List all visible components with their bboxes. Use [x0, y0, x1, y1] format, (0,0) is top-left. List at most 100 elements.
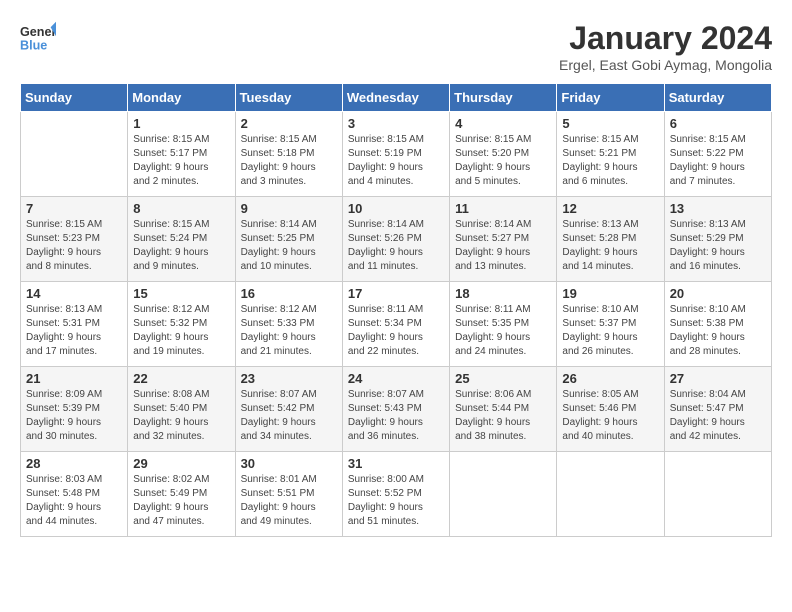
title-block: January 2024 Ergel, East Gobi Aymag, Mon… [559, 20, 772, 73]
cell-info: Sunrise: 8:13 AMSunset: 5:31 PMDaylight:… [26, 303, 122, 359]
cell-info: Sunrise: 8:03 AMSunset: 5:48 PMDaylight:… [26, 473, 122, 529]
day-number: 4 [455, 116, 551, 131]
cell-info: Sunrise: 8:15 AMSunset: 5:19 PMDaylight:… [348, 133, 444, 189]
day-number: 30 [241, 456, 337, 471]
calendar-cell: 7 Sunrise: 8:15 AMSunset: 5:23 PMDaylight… [21, 197, 128, 282]
calendar-cell [557, 452, 664, 537]
cell-info: Sunrise: 8:11 AMSunset: 5:35 PMDaylight:… [455, 303, 551, 359]
calendar-week-row: 28 Sunrise: 8:03 AMSunset: 5:48 PMDayligh… [21, 452, 772, 537]
cell-info: Sunrise: 8:14 AMSunset: 5:26 PMDaylight:… [348, 218, 444, 274]
calendar-cell [450, 452, 557, 537]
day-number: 17 [348, 286, 444, 301]
day-number: 11 [455, 201, 551, 216]
day-number: 25 [455, 371, 551, 386]
calendar-cell: 8 Sunrise: 8:15 AMSunset: 5:24 PMDaylight… [128, 197, 235, 282]
calendar-cell: 13Sunrise: 8:13 AMSunset: 5:29 PMDayligh… [664, 197, 771, 282]
day-number: 19 [562, 286, 658, 301]
calendar-cell: 26 Sunrise: 8:05 AMSunset: 5:46 PMDayligh… [557, 367, 664, 452]
day-number: 16 [241, 286, 337, 301]
cell-info: Sunrise: 8:10 AMSunset: 5:38 PMDaylight:… [670, 303, 766, 359]
day-header-monday: Monday [128, 84, 235, 112]
day-number: 21 [26, 371, 122, 386]
day-header-thursday: Thursday [450, 84, 557, 112]
calendar-cell: 18 Sunrise: 8:11 AMSunset: 5:35 PMDayligh… [450, 282, 557, 367]
day-number: 2 [241, 116, 337, 131]
calendar-week-row: 7 Sunrise: 8:15 AMSunset: 5:23 PMDaylight… [21, 197, 772, 282]
calendar-cell: 16 Sunrise: 8:12 AMSunset: 5:33 PMDayligh… [235, 282, 342, 367]
day-number: 8 [133, 201, 229, 216]
calendar-cell: 10 Sunrise: 8:14 AMSunset: 5:26 PMDayligh… [342, 197, 449, 282]
day-header-friday: Friday [557, 84, 664, 112]
calendar-week-row: 1 Sunrise: 8:15 AMSunset: 5:17 PMDaylight… [21, 112, 772, 197]
calendar-header-row: SundayMondayTuesdayWednesdayThursdayFrid… [21, 84, 772, 112]
cell-info: Sunrise: 8:09 AMSunset: 5:39 PMDaylight:… [26, 388, 122, 444]
calendar-cell: 21 Sunrise: 8:09 AMSunset: 5:39 PMDayligh… [21, 367, 128, 452]
calendar-cell: 31Sunrise: 8:00 AMSunset: 5:52 PMDayligh… [342, 452, 449, 537]
cell-info: Sunrise: 8:15 AMSunset: 5:20 PMDaylight:… [455, 133, 551, 189]
calendar-cell: 9 Sunrise: 8:14 AMSunset: 5:25 PMDaylight… [235, 197, 342, 282]
day-header-wednesday: Wednesday [342, 84, 449, 112]
logo: General Blue [20, 20, 56, 56]
day-number: 1 [133, 116, 229, 131]
cell-info: Sunrise: 8:10 AMSunset: 5:37 PMDaylight:… [562, 303, 658, 359]
cell-info: Sunrise: 8:00 AMSunset: 5:52 PMDaylight:… [348, 473, 444, 529]
cell-info: Sunrise: 8:05 AMSunset: 5:46 PMDaylight:… [562, 388, 658, 444]
calendar-cell: 11 Sunrise: 8:14 AMSunset: 5:27 PMDayligh… [450, 197, 557, 282]
calendar-cell: 14 Sunrise: 8:13 AMSunset: 5:31 PMDayligh… [21, 282, 128, 367]
cell-info: Sunrise: 8:13 AMSunset: 5:29 PMDaylight:… [670, 218, 766, 274]
cell-info: Sunrise: 8:14 AMSunset: 5:27 PMDaylight:… [455, 218, 551, 274]
calendar-week-row: 21 Sunrise: 8:09 AMSunset: 5:39 PMDayligh… [21, 367, 772, 452]
month-title: January 2024 [559, 20, 772, 57]
day-number: 26 [562, 371, 658, 386]
calendar-cell: 1 Sunrise: 8:15 AMSunset: 5:17 PMDaylight… [128, 112, 235, 197]
calendar-cell: 15Sunrise: 8:12 AMSunset: 5:32 PMDayligh… [128, 282, 235, 367]
cell-info: Sunrise: 8:15 AMSunset: 5:18 PMDaylight:… [241, 133, 337, 189]
page-header: General Blue January 2024 Ergel, East Go… [20, 20, 772, 73]
calendar-cell: 17 Sunrise: 8:11 AMSunset: 5:34 PMDayligh… [342, 282, 449, 367]
svg-text:Blue: Blue [20, 39, 47, 53]
calendar-cell: 23 Sunrise: 8:07 AMSunset: 5:42 PMDayligh… [235, 367, 342, 452]
cell-info: Sunrise: 8:11 AMSunset: 5:34 PMDaylight:… [348, 303, 444, 359]
calendar-week-row: 14 Sunrise: 8:13 AMSunset: 5:31 PMDayligh… [21, 282, 772, 367]
day-number: 3 [348, 116, 444, 131]
day-number: 5 [562, 116, 658, 131]
cell-info: Sunrise: 8:15 AMSunset: 5:17 PMDaylight:… [133, 133, 229, 189]
cell-info: Sunrise: 8:14 AMSunset: 5:25 PMDaylight:… [241, 218, 337, 274]
day-header-saturday: Saturday [664, 84, 771, 112]
calendar-cell [664, 452, 771, 537]
calendar-cell: 24Sunrise: 8:07 AMSunset: 5:43 PMDayligh… [342, 367, 449, 452]
calendar-cell: 12 Sunrise: 8:13 AMSunset: 5:28 PMDayligh… [557, 197, 664, 282]
calendar-cell: 22 Sunrise: 8:08 AMSunset: 5:40 PMDayligh… [128, 367, 235, 452]
day-number: 22 [133, 371, 229, 386]
calendar-cell: 3 Sunrise: 8:15 AMSunset: 5:19 PMDaylight… [342, 112, 449, 197]
day-number: 28 [26, 456, 122, 471]
cell-info: Sunrise: 8:12 AMSunset: 5:33 PMDaylight:… [241, 303, 337, 359]
day-number: 12 [562, 201, 658, 216]
cell-info: Sunrise: 8:13 AMSunset: 5:28 PMDaylight:… [562, 218, 658, 274]
day-number: 23 [241, 371, 337, 386]
cell-info: Sunrise: 8:06 AMSunset: 5:44 PMDaylight:… [455, 388, 551, 444]
calendar-cell: 6Sunrise: 8:15 AMSunset: 5:22 PMDaylight… [664, 112, 771, 197]
cell-info: Sunrise: 8:15 AMSunset: 5:23 PMDaylight:… [26, 218, 122, 274]
day-number: 9 [241, 201, 337, 216]
cell-info: Sunrise: 8:04 AMSunset: 5:47 PMDaylight:… [670, 388, 766, 444]
calendar-cell: 25 Sunrise: 8:06 AMSunset: 5:44 PMDayligh… [450, 367, 557, 452]
calendar-cell: 29Sunrise: 8:02 AMSunset: 5:49 PMDayligh… [128, 452, 235, 537]
location: Ergel, East Gobi Aymag, Mongolia [559, 57, 772, 73]
day-number: 10 [348, 201, 444, 216]
cell-info: Sunrise: 8:08 AMSunset: 5:40 PMDaylight:… [133, 388, 229, 444]
day-number: 24 [348, 371, 444, 386]
logo-icon: General Blue [20, 20, 56, 56]
day-number: 27 [670, 371, 766, 386]
cell-info: Sunrise: 8:07 AMSunset: 5:42 PMDaylight:… [241, 388, 337, 444]
calendar-body: 1 Sunrise: 8:15 AMSunset: 5:17 PMDaylight… [21, 112, 772, 537]
day-number: 14 [26, 286, 122, 301]
calendar-cell: 28 Sunrise: 8:03 AMSunset: 5:48 PMDayligh… [21, 452, 128, 537]
calendar-cell: 4 Sunrise: 8:15 AMSunset: 5:20 PMDaylight… [450, 112, 557, 197]
cell-info: Sunrise: 8:15 AMSunset: 5:22 PMDaylight:… [670, 133, 766, 189]
cell-info: Sunrise: 8:12 AMSunset: 5:32 PMDaylight:… [133, 303, 229, 359]
day-number: 18 [455, 286, 551, 301]
cell-info: Sunrise: 8:01 AMSunset: 5:51 PMDaylight:… [241, 473, 337, 529]
cell-info: Sunrise: 8:15 AMSunset: 5:24 PMDaylight:… [133, 218, 229, 274]
day-number: 7 [26, 201, 122, 216]
